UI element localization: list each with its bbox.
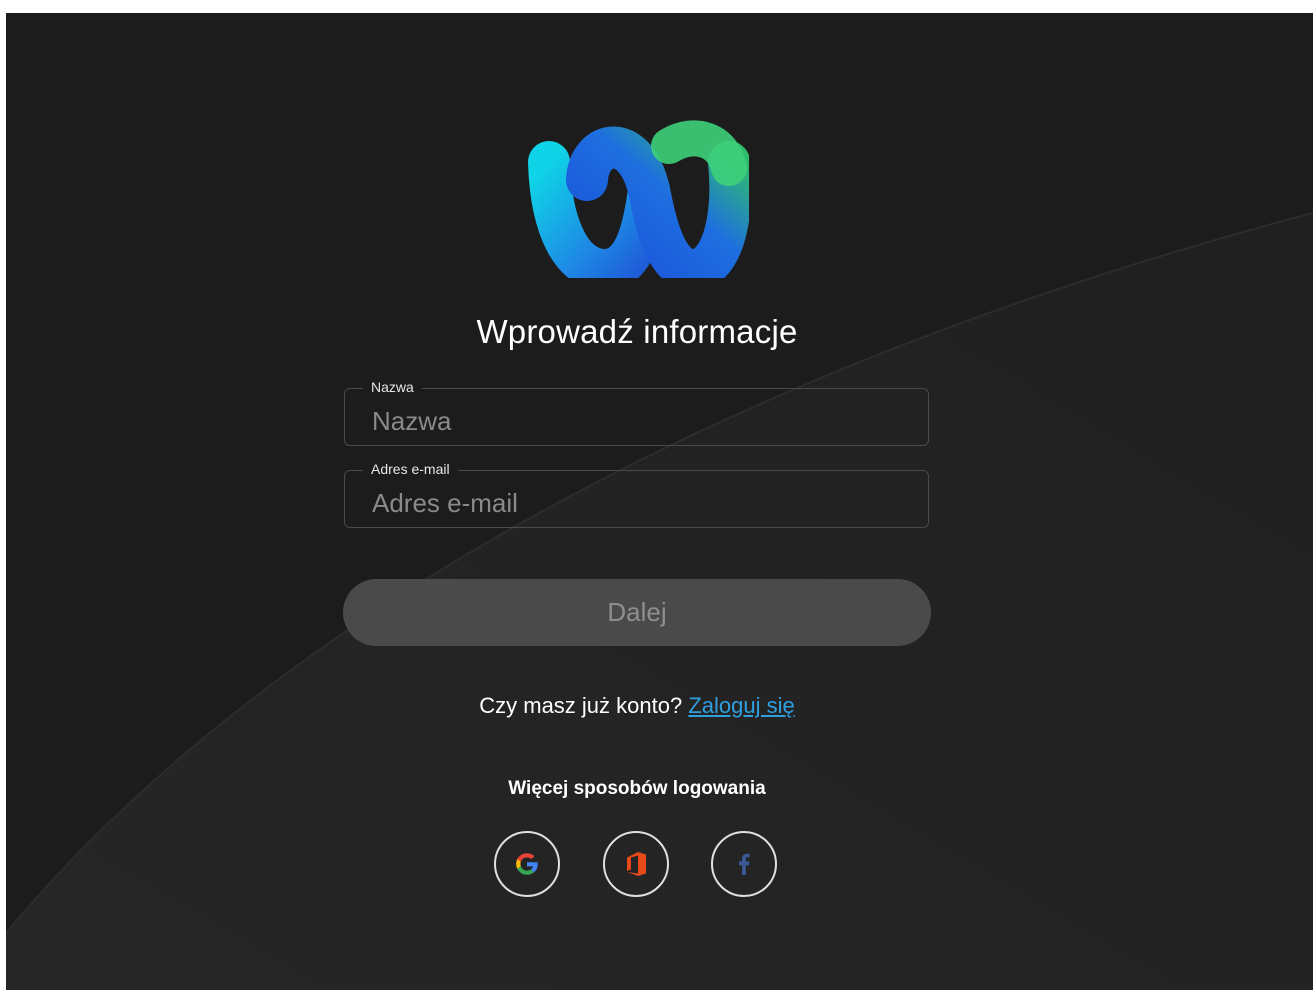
google-login-button[interactable] (494, 831, 560, 897)
existing-account-question: Czy masz już konto? (479, 693, 683, 718)
page-title: Wprowadź informacje (476, 313, 798, 350)
existing-account-row: Czy masz już konto? Zaloguj się (6, 693, 1268, 719)
office-icon (627, 852, 646, 876)
next-button[interactable]: Dalej (343, 579, 931, 646)
facebook-login-button[interactable] (711, 831, 777, 897)
login-link[interactable]: Zaloguj się (688, 693, 794, 718)
webex-logo (528, 120, 749, 278)
email-input[interactable] (345, 471, 928, 527)
name-input[interactable] (345, 389, 928, 445)
signup-window: Wprowadź informacje Nazwa Adres e-mail D… (6, 13, 1313, 990)
office-login-button[interactable] (603, 831, 669, 897)
name-field[interactable]: Nazwa (344, 378, 929, 446)
google-icon (516, 853, 538, 875)
more-login-methods-heading: Więcej sposobów logowania (508, 778, 766, 799)
email-field[interactable]: Adres e-mail (344, 460, 929, 528)
facebook-icon (739, 853, 750, 875)
